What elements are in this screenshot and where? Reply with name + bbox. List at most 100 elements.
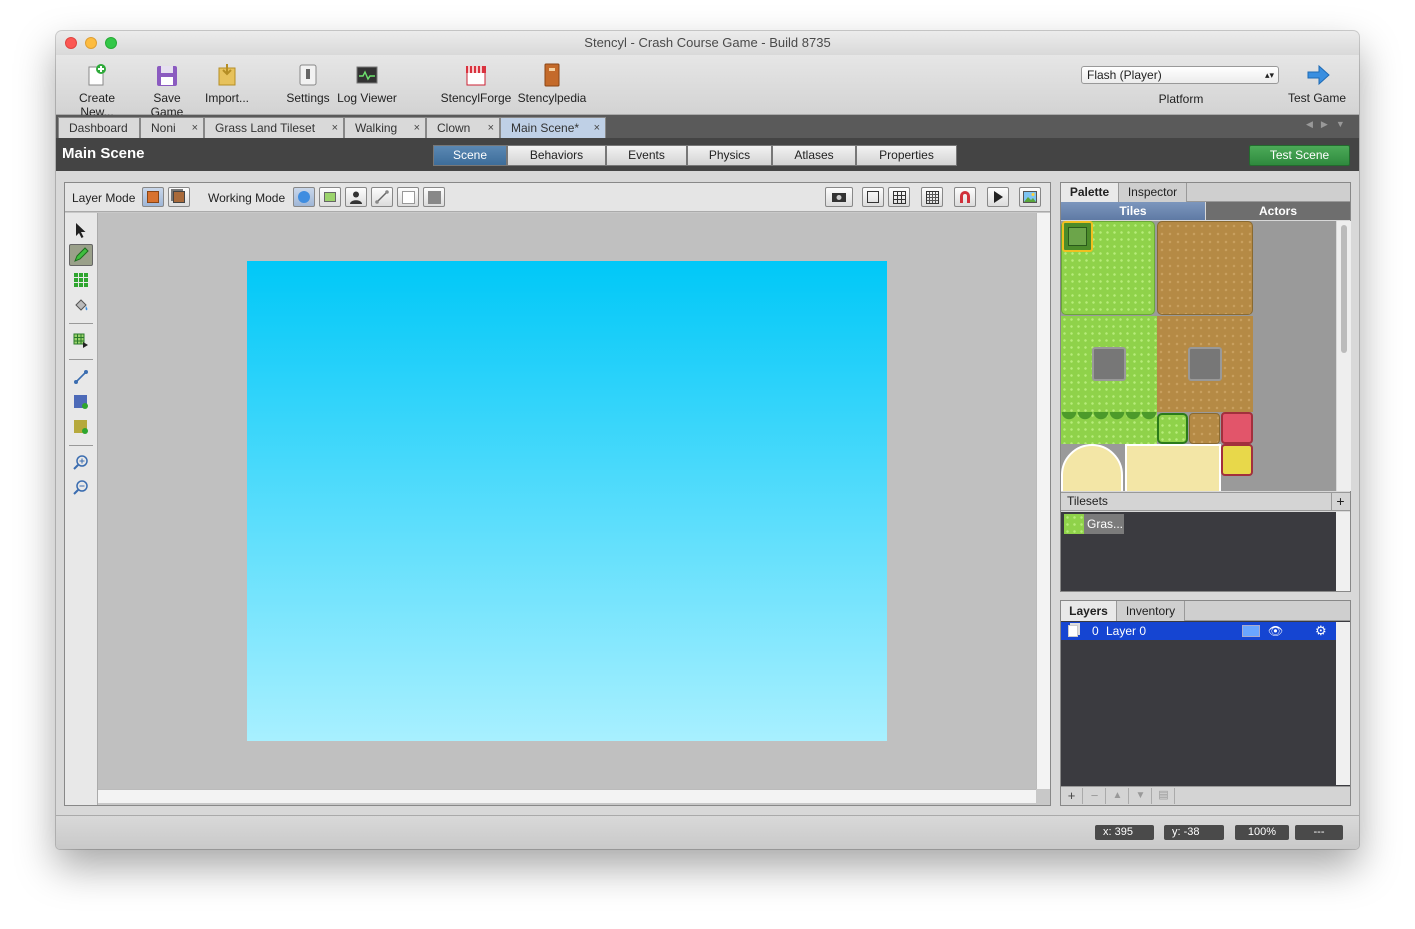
tab-physics[interactable]: Physics (687, 145, 772, 166)
layer-color-swatch[interactable] (1242, 625, 1260, 637)
all-layers-mode-button[interactable] (168, 187, 190, 207)
stencylforge-button[interactable]: StencylForge (440, 63, 512, 105)
tab-scene[interactable]: Scene (433, 145, 507, 166)
tileset-item[interactable]: Gras... (1064, 514, 1124, 534)
tile-red-block[interactable] (1221, 412, 1253, 444)
create-new-button[interactable]: Create New... (62, 63, 132, 119)
rectangle-icon (74, 395, 88, 409)
tab-tiles[interactable]: Tiles (1061, 202, 1205, 220)
tile-sand-dome[interactable] (1061, 444, 1123, 491)
save-game-button[interactable]: Save Game (136, 63, 198, 119)
grid-settings-button[interactable] (921, 187, 943, 207)
vertical-scrollbar[interactable] (1036, 213, 1050, 789)
tile-grass-small[interactable] (1157, 413, 1188, 444)
close-tab-icon[interactable]: × (332, 118, 338, 138)
duplicate-layer-button[interactable]: ▤ (1153, 788, 1175, 804)
move-layer-down-button[interactable]: ▼ (1130, 788, 1152, 804)
tab-main-scene[interactable]: Main Scene* × (500, 117, 606, 138)
mode-globe-button[interactable] (293, 187, 315, 207)
minimize-window-button[interactable] (85, 37, 97, 49)
tab-clown[interactable]: Clown × (426, 117, 500, 138)
tile-palette[interactable] (1061, 221, 1336, 491)
platform-select[interactable]: Flash (Player) ▴▾ (1081, 66, 1279, 84)
palette-scrollbar[interactable] (1337, 221, 1351, 491)
log-viewer-button[interactable]: Log Viewer (336, 63, 398, 105)
close-tab-icon[interactable]: × (192, 118, 198, 138)
mode-image-button[interactable] (319, 187, 341, 207)
snap-button[interactable] (954, 187, 976, 207)
mode-blank-button[interactable] (397, 187, 419, 207)
scene-background[interactable] (247, 261, 887, 741)
tab-noni[interactable]: Noni × (140, 117, 204, 138)
tile-dirt-fill[interactable] (1157, 316, 1253, 412)
region-tool[interactable] (69, 416, 93, 438)
tab-layers[interactable]: Layers (1061, 601, 1117, 621)
tab-palette[interactable]: Palette (1061, 183, 1119, 202)
tile-dirt-block[interactable] (1157, 221, 1253, 315)
tab-dashboard[interactable]: Dashboard (58, 117, 140, 138)
tab-grass-land-tileset[interactable]: Grass Land Tileset × (204, 117, 344, 138)
tile-dirt-small[interactable] (1189, 413, 1220, 444)
tool-divider (69, 359, 93, 360)
play-button[interactable] (987, 187, 1009, 207)
close-window-button[interactable] (65, 37, 77, 49)
layers-scrollbar[interactable] (1336, 622, 1350, 785)
tile-stamp-tool[interactable] (69, 269, 93, 291)
layer-row[interactable]: 0 Layer 0 👁 ⚙ (1061, 622, 1336, 640)
region-icon (74, 420, 88, 434)
settings-button[interactable]: Settings (284, 63, 332, 105)
tab-inspector[interactable]: Inspector (1119, 183, 1187, 202)
add-layer-button[interactable]: + (1061, 788, 1083, 804)
close-tab-icon[interactable]: × (488, 118, 494, 138)
close-tab-icon[interactable]: × (594, 118, 600, 138)
mode-actor-button[interactable] (345, 187, 367, 207)
tile-grass-fill[interactable] (1061, 316, 1157, 412)
rectangle-tool[interactable] (69, 391, 93, 413)
test-scene-button[interactable]: Test Scene (1249, 145, 1350, 166)
tab-nav-arrows[interactable]: ◀▶▼ (1306, 119, 1353, 130)
zoom-out-tool[interactable] (69, 476, 93, 498)
pencil-tool[interactable] (69, 244, 93, 266)
tab-inventory[interactable]: Inventory (1117, 601, 1185, 621)
add-tileset-button[interactable]: + (1331, 493, 1349, 510)
eye-icon[interactable]: 👁 (1268, 622, 1283, 640)
stencylpedia-button[interactable]: Stencylpedia (516, 63, 588, 105)
test-game-button[interactable]: Test Game (1284, 63, 1350, 105)
tab-actors[interactable]: Actors (1206, 202, 1350, 220)
tab-label: Walking (355, 121, 398, 135)
tab-events[interactable]: Events (606, 145, 687, 166)
fill-tool[interactable] (69, 294, 93, 316)
palette-scroll-thumb[interactable] (1341, 225, 1347, 353)
move-layer-up-button[interactable]: ▲ (1107, 788, 1129, 804)
tile-sand-block[interactable] (1125, 444, 1221, 491)
blank-icon (401, 190, 415, 204)
tilesets-scrollbar[interactable] (1336, 512, 1350, 591)
tile-grass-edge[interactable] (1061, 412, 1157, 444)
grid-off-button[interactable] (862, 187, 884, 207)
mode-path-button[interactable] (371, 187, 393, 207)
close-tab-icon[interactable]: × (414, 118, 420, 138)
horizontal-scrollbar[interactable] (98, 789, 1036, 803)
remove-layer-button[interactable]: − (1084, 788, 1106, 804)
grid-on-button[interactable] (888, 187, 910, 207)
zoom-in-tool[interactable] (69, 451, 93, 473)
tab-behaviors[interactable]: Behaviors (507, 145, 606, 166)
test-game-label: Test Game (1287, 91, 1347, 105)
palette-panel: Palette Inspector Tiles Actors Tilesets … (1060, 182, 1351, 592)
tab-atlases[interactable]: Atlases (772, 145, 856, 166)
zoom-window-button[interactable] (105, 37, 117, 49)
background-button[interactable] (1019, 187, 1041, 207)
single-layer-mode-button[interactable] (142, 187, 164, 207)
tab-walking[interactable]: Walking × (344, 117, 426, 138)
gear-icon[interactable]: ⚙ (1315, 622, 1327, 640)
mode-gray-button[interactable] (423, 187, 445, 207)
tile-yellow-block[interactable] (1221, 444, 1253, 476)
import-button[interactable]: Import... (202, 63, 252, 105)
tab-properties[interactable]: Properties (856, 145, 957, 166)
scene-canvas[interactable] (98, 213, 1036, 789)
tile-region-tool[interactable] (69, 330, 93, 352)
tile-selected[interactable] (1062, 221, 1093, 252)
line-tool[interactable] (69, 366, 93, 388)
screenshot-button[interactable] (825, 187, 853, 207)
select-tool[interactable] (69, 219, 93, 241)
